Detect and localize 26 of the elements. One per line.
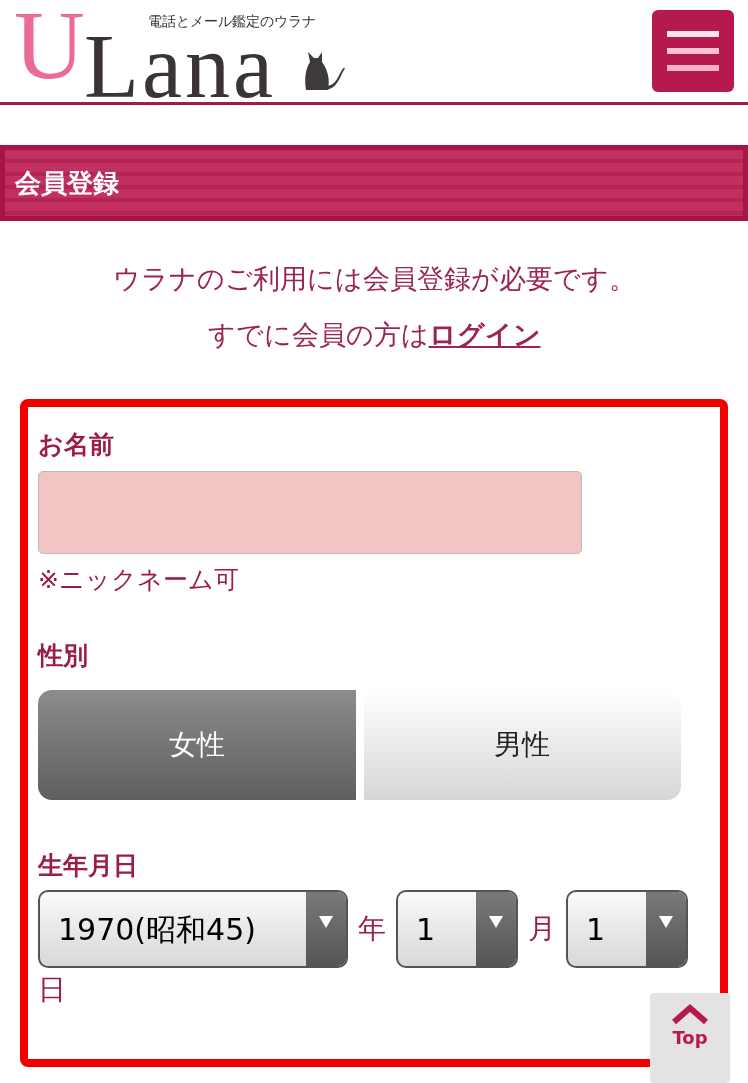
- dropdown-arrow-icon: [489, 916, 503, 928]
- menu-icon: [667, 31, 719, 71]
- field-note: ※ニックネーム可: [38, 564, 240, 596]
- dropdown-arrow-icon: [319, 916, 333, 928]
- name-input[interactable]: [38, 471, 582, 554]
- field-label: 性別: [38, 640, 89, 672]
- intro-text: すでに会員の方は: [207, 318, 429, 352]
- section-title: 会員登録: [15, 166, 119, 200]
- dropdown-select[interactable]: 1: [396, 890, 518, 968]
- field-label: お名前: [38, 429, 115, 461]
- menu-button[interactable]: [652, 10, 734, 92]
- logo-letter: U: [14, 0, 85, 94]
- dropdown-select[interactable]: 1: [566, 890, 688, 968]
- chevron-up-icon: [670, 1003, 710, 1025]
- login-link[interactable]: ログイン: [428, 307, 541, 363]
- intro-text: ウラナのご利用には会員登録が必要です。: [112, 262, 636, 296]
- dropdown-select[interactable]: 1970(昭和45): [38, 890, 348, 968]
- back-to-top-button[interactable]: Top: [650, 993, 730, 1083]
- unit-label: 月: [527, 911, 557, 947]
- unit-label: 日: [38, 972, 67, 1008]
- dropdown-arrow-icon: [659, 916, 673, 928]
- logo-wordmark: Lana: [84, 35, 276, 98]
- tagline: 電話とメール鑑定のウラナ: [148, 13, 316, 28]
- unit-label: 年: [357, 911, 387, 947]
- gender-option[interactable]: 女性: [38, 690, 356, 800]
- field-label: 生年月日: [38, 850, 139, 882]
